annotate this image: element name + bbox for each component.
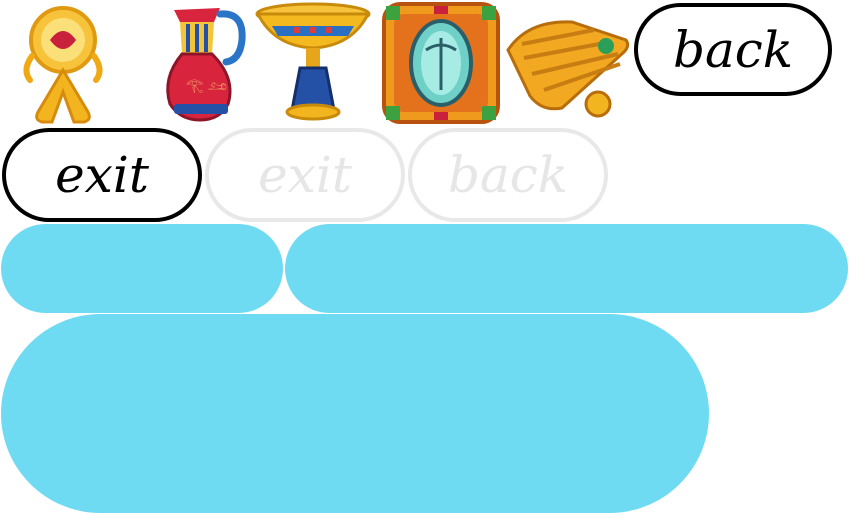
- papyrus-scrolls-graphic: [506, 20, 630, 118]
- exit-button-disabled: exit: [205, 128, 405, 222]
- panel-wide[interactable]: [285, 224, 848, 313]
- papyrus-scrolls-icon[interactable]: [502, 0, 634, 126]
- panel-large[interactable]: [1, 314, 709, 513]
- ankh-amulet-icon[interactable]: [2, 0, 124, 126]
- chalice-goblet-icon[interactable]: [254, 0, 372, 126]
- back-button[interactable]: back: [634, 3, 832, 96]
- chalice-goblet-graphic: [255, 2, 371, 121]
- exit-button[interactable]: exit: [2, 128, 202, 222]
- scarab-tile-graphic: [382, 2, 500, 124]
- jug-vase-icon[interactable]: 𓂀 𓃭: [140, 0, 262, 126]
- back-button-disabled: back: [408, 128, 608, 222]
- scarab-tile-icon[interactable]: [380, 0, 502, 126]
- jug-vase-graphic: 𓂀 𓃭: [166, 8, 246, 122]
- ankh-amulet-graphic: [23, 6, 103, 124]
- panel-small[interactable]: [1, 224, 283, 313]
- svg-text:𓂀 𓃭: 𓂀 𓃭: [186, 78, 227, 94]
